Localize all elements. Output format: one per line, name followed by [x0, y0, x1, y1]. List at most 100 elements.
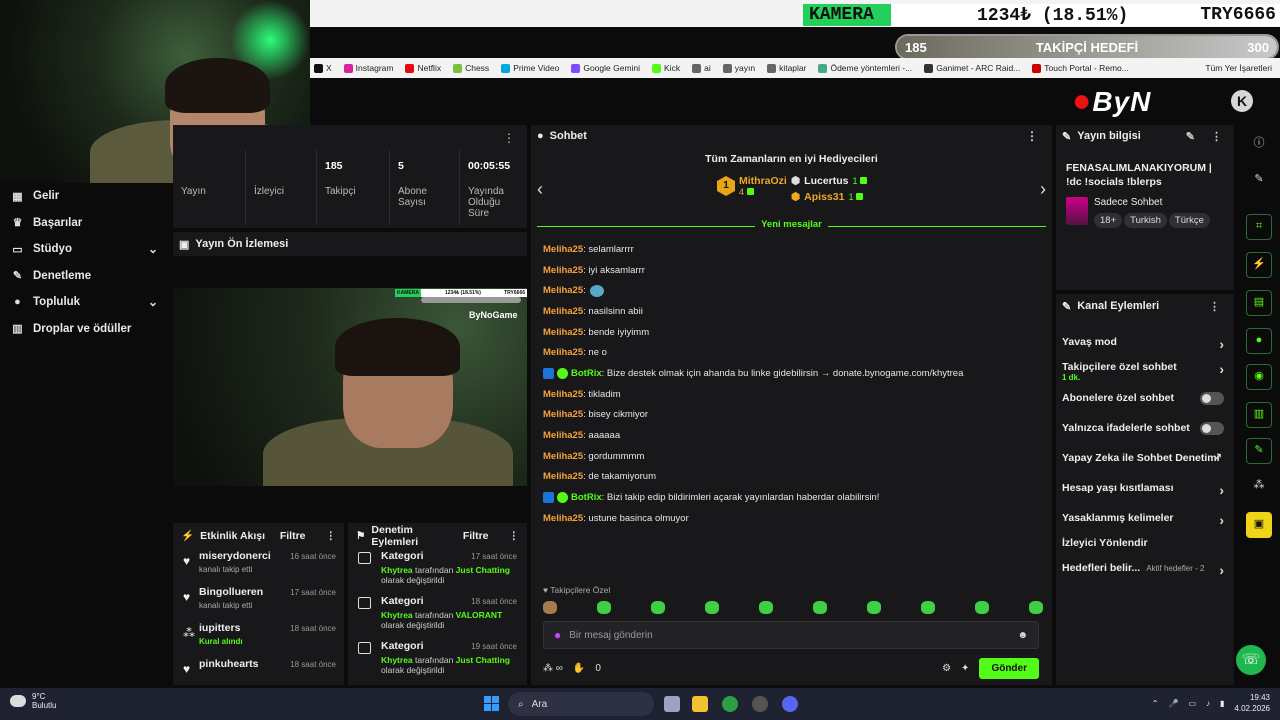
channel-action-item[interactable]: Yapay Zeka ile Sohbet Denetimi ↗ — [1056, 452, 1234, 464]
bookmark-item[interactable]: Chess — [453, 63, 489, 73]
bookmark-item[interactable]: Netflix — [405, 63, 441, 73]
external-link-icon[interactable]: ↗ — [1214, 452, 1222, 463]
bookmark-item[interactable]: Touch Portal - Remo... — [1032, 63, 1129, 73]
channel-action-item[interactable]: Abonelere özel sohbet — [1056, 392, 1234, 405]
chat-username[interactable]: Meliha25 — [543, 471, 583, 482]
discord-icon[interactable] — [782, 696, 798, 712]
emote-icon[interactable] — [597, 601, 611, 614]
tag-badge[interactable]: 18+ — [1094, 213, 1123, 228]
tag-badge[interactable]: Turkish — [1124, 213, 1167, 228]
tag-badge[interactable]: Türkçe — [1168, 213, 1210, 228]
list-item[interactable]: Kategori Khytrea tarafından Just Chatting… — [348, 548, 527, 593]
bookmark-item[interactable]: Kick — [652, 63, 680, 73]
windows-start-icon[interactable] — [484, 696, 500, 712]
chat-users-icon[interactable]: ✦ — [961, 663, 969, 674]
more-options-icon[interactable]: ⋮ — [509, 530, 520, 542]
more-options-icon[interactable]: ⋮ — [1211, 130, 1222, 143]
chevron-right-icon[interactable]: › — [1040, 179, 1046, 200]
sidebar-item-topluluk[interactable]: ● Topluluk ⌄ — [0, 289, 172, 316]
bookmark-all[interactable]: Tüm Yer İşaretleri — [1205, 63, 1272, 73]
chat-username[interactable]: BotRix — [571, 368, 602, 379]
list-item[interactable]: ♥ pinkuhearts 18 saat önce — [173, 656, 344, 692]
activity-filter-button[interactable]: Filtre — [280, 530, 306, 542]
taskbar-search[interactable]: ⌕ Ara — [508, 692, 654, 716]
channel-action-item[interactable]: Hedefleri belir... Aktif hedefler - 2 › — [1056, 562, 1234, 578]
chat-username[interactable]: Meliha25 — [543, 285, 583, 296]
clock[interactable]: 19:43 4.02.2026 — [1234, 692, 1270, 714]
more-options-icon[interactable]: ⋮ — [503, 131, 515, 145]
list-item[interactable]: ⁂ iupitters Kural alındı 18 saat önce — [173, 620, 344, 656]
emote-icon[interactable] — [651, 601, 665, 614]
task-view-icon[interactable] — [664, 696, 680, 712]
chat-bubble-icon[interactable]: ● — [1246, 328, 1272, 354]
chat-username[interactable]: Meliha25 — [543, 327, 583, 338]
sidebar-item-stüdyo[interactable]: ▭ Stüdyo ⌄ — [0, 236, 172, 263]
points-icon[interactable]: ⁂ ∞ — [543, 663, 563, 674]
bookmark-item[interactable]: X — [314, 63, 332, 73]
mod-user[interactable]: Khytrea — [381, 565, 413, 575]
toggle-switch[interactable] — [1200, 392, 1224, 405]
emote-icon[interactable] — [975, 601, 989, 614]
chevron-right-icon[interactable]: › — [1219, 562, 1224, 578]
chat-username[interactable]: Meliha25 — [543, 409, 583, 420]
emote-icon[interactable] — [1029, 601, 1043, 614]
gifter-name[interactable]: Lucertus — [804, 175, 848, 187]
emote-icon[interactable] — [543, 601, 557, 614]
wrench-icon[interactable]: ✎ — [1246, 438, 1272, 464]
gifter-name[interactable]: Apiss31 — [804, 191, 844, 203]
settings-icon[interactable]: ⚙ — [942, 663, 951, 674]
send-button[interactable]: Gönder — [979, 657, 1039, 679]
info-icon[interactable]: ⓘ — [1246, 132, 1272, 158]
more-options-icon[interactable]: ⋮ — [1026, 129, 1038, 143]
stream-preview[interactable]: KAMERA 1234₺ (18.51%) TRY6666 ByNoGame — [173, 288, 527, 486]
mod-user[interactable]: Khytrea — [381, 655, 413, 665]
channel-action-item[interactable]: Hesap yaşı kısıtlaması › — [1056, 482, 1234, 498]
chevron-up-icon[interactable]: ⌃ — [1152, 699, 1159, 708]
list-item[interactable]: Kategori Khytrea tarafından VALORANT olara… — [348, 593, 527, 638]
help-icon[interactable]: ☏ — [1236, 645, 1266, 675]
chat-username[interactable]: Meliha25 — [543, 265, 583, 276]
microphone-icon[interactable]: 🎤 — [1168, 699, 1178, 708]
speaker-icon[interactable]: ♪ — [1206, 699, 1210, 708]
channel-action-item[interactable]: İzleyici Yönlendir — [1056, 537, 1234, 549]
chat-username[interactable]: Meliha25 — [543, 513, 583, 524]
toggle-switch[interactable] — [1200, 422, 1224, 435]
chat-username[interactable]: Meliha25 — [543, 430, 583, 441]
channel-action-item[interactable]: Yavaş mod › — [1056, 336, 1234, 352]
sidebar-item-başarılar[interactable]: ♛ Başarılar — [0, 210, 172, 237]
emoji-icon[interactable]: ☻ — [1017, 630, 1028, 641]
bookmark-item[interactable]: ai — [692, 63, 711, 73]
mod-actions-filter-button[interactable]: Filtre — [463, 530, 489, 542]
app-icon[interactable] — [752, 696, 768, 712]
chevron-right-icon[interactable]: › — [1219, 336, 1224, 352]
list-item[interactable]: ♥ miserydonerci kanalı takip etti 16 saat ö… — [173, 548, 344, 584]
more-options-icon[interactable]: ⋮ — [1209, 300, 1220, 313]
mod-user[interactable]: Khytrea — [381, 610, 413, 620]
category-name[interactable]: Sadece Sohbet — [1094, 197, 1212, 208]
emote-icon[interactable] — [867, 601, 881, 614]
chat-username[interactable]: Meliha25 — [543, 451, 583, 462]
chevron-left-icon[interactable]: ‹ — [537, 179, 543, 200]
kick-profile-button[interactable]: K — [1231, 90, 1253, 112]
emote-icon[interactable] — [759, 601, 773, 614]
gifter-name[interactable]: MithraOzi — [739, 175, 787, 187]
hand-icon[interactable]: ✋ — [573, 663, 585, 674]
edit-icon[interactable]: ✎ — [1186, 130, 1195, 143]
weather-widget[interactable]: 9°C Bulutlu — [10, 692, 56, 710]
community-icon[interactable]: ⁂ — [1246, 474, 1272, 500]
chat-username[interactable]: Meliha25 — [543, 244, 583, 255]
list-item[interactable]: ♥ Bingollueren kanalı takip etti 17 saat ön… — [173, 584, 344, 620]
file-explorer-icon[interactable] — [692, 696, 708, 712]
scan-icon[interactable]: ⌗ — [1246, 214, 1272, 240]
more-options-icon[interactable]: ⋮ — [326, 530, 337, 542]
chat-username[interactable]: Meliha25 — [543, 389, 583, 400]
chat-username[interactable]: BotRix — [571, 492, 602, 503]
chevron-down-icon[interactable]: ⌄ — [148, 242, 158, 256]
chat-username[interactable]: Meliha25 — [543, 306, 583, 317]
sidebar-item-droplar-ve-ödüller[interactable]: ▥ Droplar ve ödüller — [0, 316, 172, 343]
bookmark-item[interactable]: Ödeme yöntemleri -... — [818, 63, 912, 73]
chat-username[interactable]: Meliha25 — [543, 347, 583, 358]
bookmark-item[interactable]: Instagram — [343, 63, 393, 73]
layers-icon[interactable]: ▥ — [1246, 402, 1272, 428]
badge-icon[interactable]: ▣ — [1246, 512, 1272, 538]
